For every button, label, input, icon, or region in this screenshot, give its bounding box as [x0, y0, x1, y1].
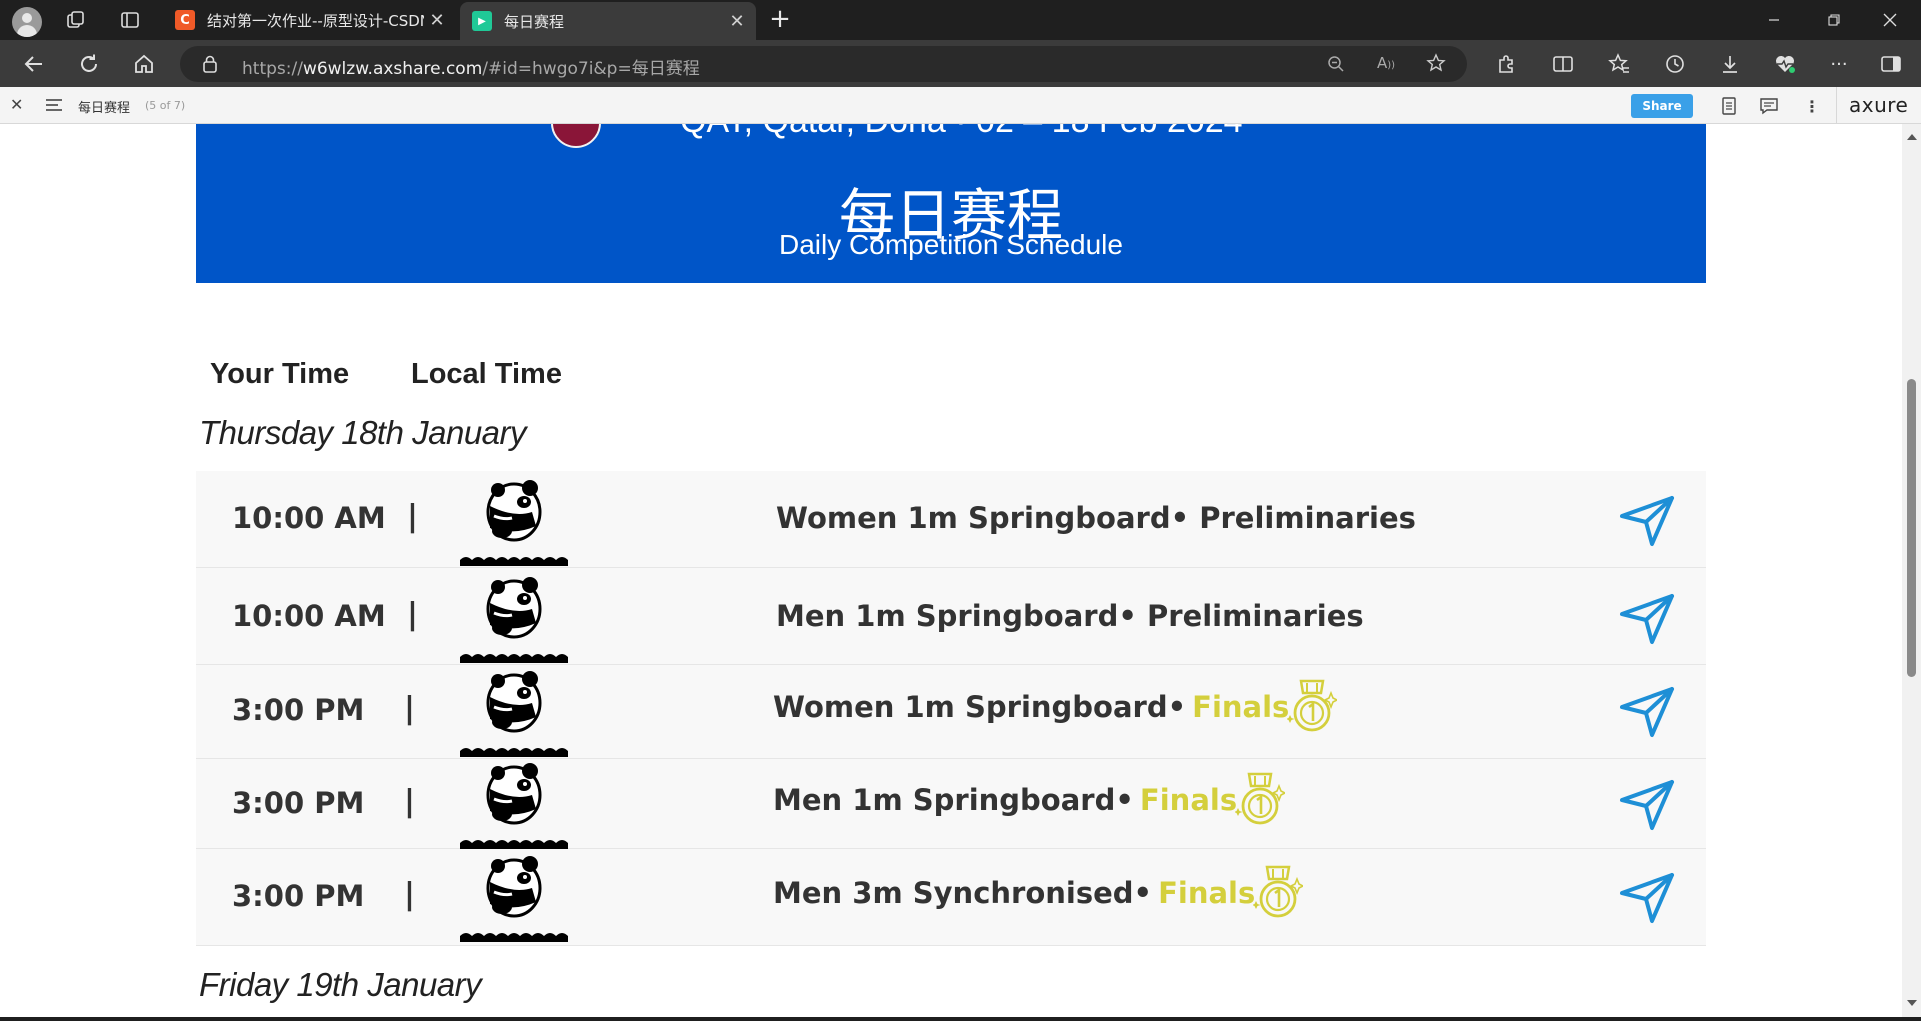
- page-scrollbar[interactable]: [1902, 124, 1921, 1017]
- send-icon[interactable]: [1618, 590, 1676, 646]
- event-name: Men 1m Springboard • Finals: [773, 772, 1285, 828]
- diving-panda-icon: [458, 759, 570, 849]
- event-row[interactable]: 10:00 AM | Women 1m Springboard • Prelimi…: [196, 471, 1706, 568]
- favorite-star-icon[interactable]: [1426, 53, 1446, 77]
- send-icon[interactable]: [1618, 683, 1676, 739]
- history-icon[interactable]: [1660, 49, 1690, 79]
- downloads-icon[interactable]: [1715, 49, 1745, 79]
- axure-favicon-icon: ▶: [472, 11, 492, 31]
- close-tab-icon[interactable]: ✕: [724, 11, 750, 32]
- your-time-toggle[interactable]: Your Time: [210, 358, 349, 391]
- finals-label: Finals: [1158, 876, 1256, 910]
- window-bottom-edge: [0, 1017, 1921, 1021]
- time-separator: |: [407, 597, 418, 632]
- close-window-button[interactable]: [1862, 0, 1918, 40]
- diving-panda-icon: [458, 573, 570, 663]
- scroll-down-arrow-icon[interactable]: [1907, 1000, 1917, 1006]
- browser-title-bar: C 结对第一次作业--原型设计-CSDN ✕ ▶ 每日赛程 ✕ +: [0, 0, 1921, 40]
- tab-schedule[interactable]: ▶ 每日赛程 ✕: [460, 2, 756, 40]
- event-name: Men 3m Synchronised • Finals: [773, 865, 1303, 921]
- banner-venue: QAT, Qatar, Doha · 02 – 18 Feb 2024: [680, 124, 1243, 141]
- restore-button[interactable]: [1806, 0, 1862, 40]
- diving-panda-icon: [458, 476, 570, 566]
- event-row[interactable]: 3:00 PM | Men 3m Synchronised • Finals: [196, 849, 1706, 946]
- page-count: (5 of 7): [145, 99, 186, 112]
- address-bar[interactable]: https://w6wlzw.axshare.com/#id=hwgo7i&p=…: [180, 46, 1467, 82]
- tab-title: 结对第一次作业--原型设计-CSDN: [207, 11, 424, 30]
- axure-logo: axure: [1849, 93, 1909, 117]
- split-screen-icon[interactable]: [1548, 49, 1578, 79]
- tab-actions-icon[interactable]: [118, 8, 142, 32]
- event-name: Women 1m Springboard • Finals: [773, 679, 1337, 735]
- time-separator: |: [404, 691, 415, 726]
- day-heading: Thursday 18th January: [199, 414, 527, 451]
- event-time: 10:00 AM: [232, 599, 386, 633]
- tab-csdn[interactable]: C 结对第一次作业--原型设计-CSDN ✕: [163, 0, 456, 40]
- home-icon[interactable]: [129, 49, 159, 79]
- minimize-button[interactable]: [1746, 0, 1802, 40]
- scrollbar-thumb[interactable]: [1907, 379, 1916, 677]
- diving-panda-icon: [458, 667, 570, 757]
- time-separator: |: [407, 499, 418, 534]
- new-tab-button[interactable]: +: [766, 6, 794, 34]
- local-time-toggle[interactable]: Local Time: [411, 358, 562, 391]
- finals-label: Finals: [1192, 690, 1290, 724]
- lock-icon[interactable]: [202, 55, 218, 77]
- event-time: 3:00 PM: [232, 693, 365, 727]
- send-icon[interactable]: [1618, 869, 1676, 925]
- workspaces-icon[interactable]: [64, 8, 88, 32]
- browser-nav-bar: https://w6wlzw.axshare.com/#id=hwgo7i&p=…: [0, 40, 1921, 87]
- event-row[interactable]: 3:00 PM | Men 1m Springboard • Finals: [196, 759, 1706, 849]
- banner-subtitle: Daily Competition Schedule: [779, 229, 1123, 260]
- back-arrow-icon[interactable]: [19, 49, 49, 79]
- event-time: 3:00 PM: [232, 879, 365, 913]
- day-heading: Friday 19th January: [199, 966, 482, 1003]
- favorites-icon[interactable]: [1604, 49, 1634, 79]
- send-icon[interactable]: [1618, 776, 1676, 832]
- event-name: Men 1m Springboard • Preliminaries: [776, 599, 1364, 633]
- event-time: 10:00 AM: [232, 501, 386, 535]
- gold-medal-icon: [1287, 679, 1337, 735]
- send-icon[interactable]: [1618, 492, 1676, 548]
- scroll-up-arrow-icon[interactable]: [1907, 134, 1917, 140]
- more-menu-icon[interactable]: ···: [1824, 49, 1854, 79]
- time-separator: |: [404, 877, 415, 912]
- browser-essentials-icon[interactable]: [1770, 49, 1800, 79]
- gold-medal-icon: [1235, 772, 1285, 828]
- profile-avatar[interactable]: [12, 7, 42, 37]
- share-button[interactable]: Share: [1631, 94, 1693, 118]
- zoom-icon[interactable]: [1327, 55, 1345, 77]
- event-row[interactable]: 10:00 AM | Men 1m Springboard • Prelimina…: [196, 568, 1706, 665]
- sidebar-toggle-icon[interactable]: [1876, 49, 1906, 79]
- comments-icon[interactable]: [1758, 95, 1780, 117]
- refresh-icon[interactable]: [74, 49, 104, 79]
- documentation-icon[interactable]: [1718, 95, 1740, 117]
- current-page-name[interactable]: 每日赛程: [78, 97, 130, 116]
- header-banner: QAT, Qatar, Doha · 02 – 18 Feb 2024 每日赛程…: [196, 124, 1706, 283]
- read-aloud-icon[interactable]: A)): [1377, 54, 1395, 72]
- time-separator: |: [404, 784, 415, 819]
- url-text[interactable]: https://w6wlzw.axshare.com/#id=hwgo7i&p=…: [242, 54, 700, 79]
- toolbar-divider: [1836, 87, 1837, 124]
- gold-medal-icon: [1253, 865, 1303, 921]
- qatar-flag-icon: [551, 124, 601, 148]
- more-options-icon[interactable]: ⋮: [1801, 95, 1823, 117]
- close-sitemap-icon[interactable]: ✕: [10, 95, 23, 114]
- axure-toolbar: ✕ 每日赛程 (5 of 7) Share ⋮ axure: [0, 87, 1921, 124]
- page-viewport: QAT, Qatar, Doha · 02 – 18 Feb 2024 每日赛程…: [0, 124, 1902, 1017]
- csdn-favicon-icon: C: [175, 10, 195, 30]
- finals-label: Finals: [1139, 783, 1238, 817]
- event-row[interactable]: 3:00 PM | Women 1m Springboard • Finals: [196, 665, 1706, 759]
- diving-panda-icon: [458, 852, 570, 942]
- close-tab-icon[interactable]: ✕: [424, 10, 450, 31]
- tab-title: 每日赛程: [504, 12, 565, 31]
- extensions-icon[interactable]: [1491, 49, 1521, 79]
- event-name: Women 1m Springboard • Preliminaries: [776, 501, 1416, 535]
- sitemap-menu-icon[interactable]: [46, 97, 62, 111]
- event-time: 3:00 PM: [232, 786, 365, 820]
